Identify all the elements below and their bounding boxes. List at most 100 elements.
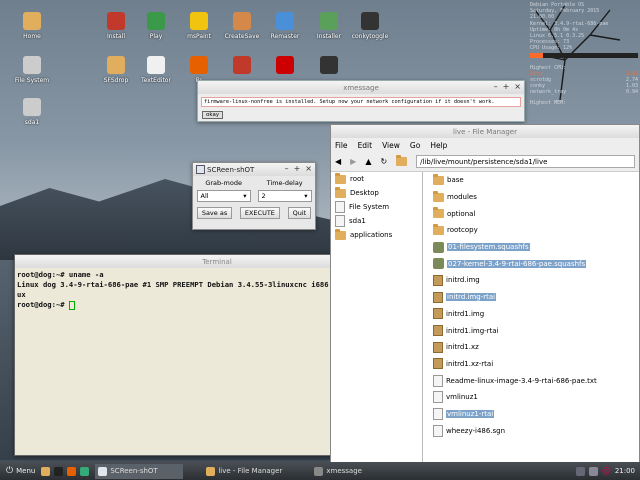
- file-name: vmlinuz1-rtai: [446, 409, 495, 418]
- screenshot-titlebar[interactable]: SCReen-shOT – + ×: [193, 163, 315, 176]
- terminal-title: Terminal: [202, 257, 232, 266]
- file-icon: [433, 391, 443, 404]
- back-icon[interactable]: ◀: [335, 157, 341, 166]
- desktop-icon[interactable]: [263, 56, 307, 77]
- desktop-icon-label: TextEditor: [141, 77, 171, 84]
- file-name: initrd.img: [446, 276, 480, 285]
- file-item[interactable]: wheezy-i486.sgn: [427, 422, 639, 439]
- desktop-icon[interactable]: Home: [10, 12, 54, 40]
- file-item[interactable]: rootcopy: [427, 222, 639, 239]
- grab-mode-label: Grab-mode: [205, 179, 242, 187]
- xmessage-titlebar[interactable]: xmessage – + ×: [198, 81, 524, 94]
- desktop-icon-label: msPaint: [187, 33, 211, 40]
- execute-button[interactable]: EXECUTE: [239, 207, 280, 219]
- sidebar-item-root[interactable]: root: [331, 172, 422, 186]
- file-item[interactable]: vmlinuz1: [427, 389, 639, 406]
- taskbar-task[interactable]: xmessage: [311, 464, 399, 479]
- menu-item-file[interactable]: File: [335, 141, 348, 150]
- sidebar-item-label: sda1: [349, 217, 366, 225]
- terminal-launcher-icon[interactable]: [54, 466, 64, 476]
- installer-icon: [320, 12, 338, 30]
- screenshot-launcher-icon[interactable]: [80, 466, 90, 476]
- desktop-icon-label: Installer: [316, 33, 342, 40]
- conky-monitor: Debian Portable OS Saturday, February 20…: [530, 2, 638, 122]
- desktop-icon[interactable]: sda1: [10, 98, 54, 126]
- path-field[interactable]: /lib/live/mount/persistence/sda1/live: [416, 155, 635, 168]
- time-delay-select[interactable]: 2: [257, 190, 312, 202]
- file-item[interactable]: initrd.img-rtai: [427, 289, 639, 306]
- file-item[interactable]: initrd1.img-rtai: [427, 322, 639, 339]
- network-icon[interactable]: [588, 466, 598, 476]
- file-item[interactable]: modules: [427, 189, 639, 206]
- menu-item-help[interactable]: Help: [430, 141, 447, 150]
- folder-icon: [396, 155, 408, 166]
- taskbar-task-label: xmessage: [326, 467, 362, 475]
- desktop-icon[interactable]: msPaint: [177, 12, 221, 40]
- file-item[interactable]: 027-kernel-3.4-9-rtai-686-pae.squashfs: [427, 255, 639, 272]
- terminal-prompt: root@dog:~#: [17, 300, 69, 309]
- app-icon: [320, 56, 338, 74]
- desktop-icon[interactable]: CreateSave: [220, 12, 264, 40]
- sidebar-item-applications[interactable]: applications: [331, 228, 422, 242]
- reload-icon[interactable]: ↻: [380, 157, 387, 166]
- drive-icon: [23, 98, 41, 116]
- desktop-icon[interactable]: File System: [10, 56, 54, 84]
- file-item[interactable]: initrd1.xz-rtai: [427, 356, 639, 373]
- desktop-icon[interactable]: Install: [94, 12, 138, 40]
- minimize-icon[interactable]: –: [494, 82, 498, 91]
- sidebar-item-sda1[interactable]: sda1: [331, 214, 422, 228]
- file-item[interactable]: initrd1.img: [427, 306, 639, 323]
- grab-mode-select[interactable]: All: [196, 190, 251, 202]
- workspace-icon[interactable]: [575, 466, 585, 476]
- folder-home-icon: [335, 172, 346, 184]
- menu-item-edit[interactable]: Edit: [358, 141, 373, 150]
- quit-button[interactable]: Quit: [287, 207, 312, 219]
- desktop-icon[interactable]: Play: [134, 12, 178, 40]
- conky-icon: [361, 12, 379, 30]
- desktop-icon[interactable]: TextEditor: [134, 56, 178, 84]
- maximize-icon[interactable]: +: [503, 82, 510, 91]
- close-icon[interactable]: ×: [305, 164, 312, 173]
- file-name: initrd1.img: [446, 309, 485, 318]
- taskbar-task-label: live - File Manager: [218, 467, 283, 475]
- menu-item-view[interactable]: View: [382, 141, 400, 150]
- debian-swirl-icon[interactable]: @: [602, 466, 611, 476]
- file-manager-titlebar[interactable]: live - File Manager: [331, 125, 639, 138]
- file-manager-launcher-icon[interactable]: [41, 466, 51, 476]
- clock[interactable]: 21:00: [615, 467, 635, 475]
- file-item[interactable]: Readme-linux-image-3.4-9-rtai-686-pae.tx…: [427, 372, 639, 389]
- desktop-icon[interactable]: [220, 56, 264, 77]
- desktop-icon[interactable]: SFSdrop: [94, 56, 138, 84]
- sidebar-item-desktop[interactable]: Desktop: [331, 186, 422, 200]
- file-item[interactable]: initrd.img: [427, 272, 639, 289]
- desktop-icon-label: SFSdrop: [103, 77, 129, 84]
- save-as-button[interactable]: Save as: [196, 207, 233, 219]
- maximize-icon[interactable]: +: [294, 164, 301, 173]
- desktop-icon[interactable]: Installer: [307, 12, 351, 40]
- menu-item-go[interactable]: Go: [410, 141, 420, 150]
- sidebar-item-file-system[interactable]: File System: [331, 200, 422, 214]
- folder-home-icon: [23, 12, 41, 30]
- forward-icon[interactable]: ▶: [350, 157, 356, 166]
- menu-button[interactable]: ⏻ Menu: [0, 462, 41, 480]
- file-item[interactable]: base: [427, 172, 639, 189]
- file-item[interactable]: 01-filesystem.squashfs: [427, 239, 639, 256]
- desktop-icon-label: Remaster: [270, 33, 300, 40]
- desktop-icon[interactable]: conkytoggle: [348, 12, 392, 40]
- taskbar-task[interactable]: live - File Manager: [203, 464, 291, 479]
- minimize-icon[interactable]: –: [285, 164, 289, 173]
- file-item[interactable]: optional: [427, 205, 639, 222]
- browser-icon: [190, 56, 208, 74]
- conky-mem-header: Highest MEM:: [530, 99, 567, 106]
- up-icon[interactable]: ▲: [365, 157, 371, 166]
- close-icon[interactable]: ×: [514, 82, 521, 91]
- file-item[interactable]: vmlinuz1-rtai: [427, 406, 639, 423]
- file-name: base: [447, 176, 464, 185]
- okay-button[interactable]: okay: [202, 111, 224, 119]
- desktop-icon[interactable]: [307, 56, 351, 77]
- taskbar-task[interactable]: SCReen-shOT: [95, 463, 184, 479]
- desktop-icon[interactable]: Remaster: [263, 12, 307, 40]
- time-delay-label: Time-delay: [266, 179, 303, 187]
- browser-launcher-icon[interactable]: [67, 466, 77, 476]
- file-item[interactable]: initrd1.xz: [427, 339, 639, 356]
